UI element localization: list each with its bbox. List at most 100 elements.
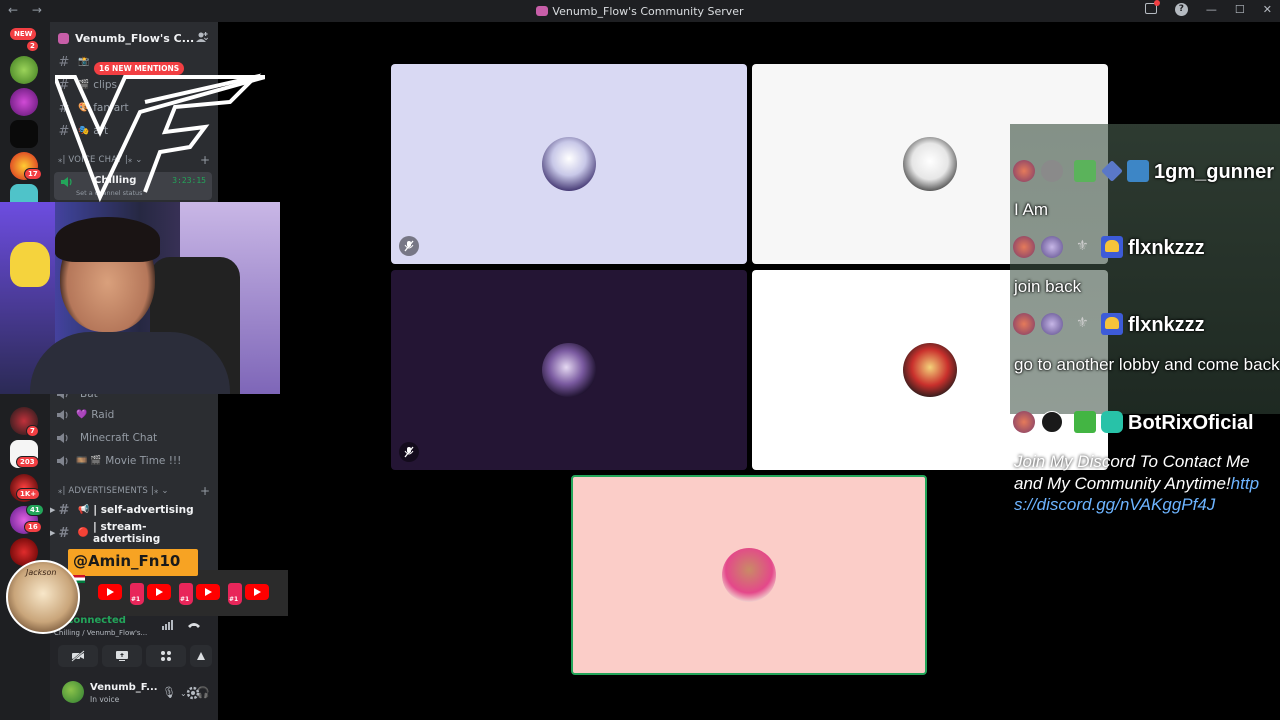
minimize-button[interactable]: —	[1206, 3, 1217, 16]
chevron-right-icon: ▶	[50, 529, 56, 537]
chat-badge-icon	[1041, 313, 1063, 335]
robot-icon	[1101, 411, 1123, 433]
foam-finger-icon: #1	[179, 583, 193, 605]
heart-badge-icon	[1101, 236, 1123, 258]
unread-badge: 41	[26, 504, 44, 516]
signal-icon[interactable]	[162, 620, 174, 630]
chat-badge-icon	[1013, 313, 1035, 335]
voice-channel-path[interactable]: Chilling / Venumb_Flow's...	[54, 629, 147, 637]
screen-share-icon	[116, 651, 128, 661]
chat-promo-message: Join My Discord To Contact Me and My Com…	[1014, 452, 1260, 514]
settings-gear-icon[interactable]	[186, 686, 200, 700]
sword-icon	[1074, 160, 1096, 182]
voice-connection-panel: Connected Chilling / Venumb_Flow's... Ve…	[50, 612, 218, 720]
unread-badge: 17	[24, 168, 42, 180]
server-icon[interactable]	[10, 88, 38, 116]
foam-finger-icon: #1	[130, 583, 144, 605]
video-button[interactable]	[58, 645, 98, 667]
youtube-icon	[98, 584, 122, 600]
youtube-icon	[147, 584, 171, 600]
sticker-badge: Jackson	[6, 560, 80, 634]
chat-badge-icon	[1013, 411, 1035, 433]
channel-item[interactable]: ▶ # 🔴 | stream-advertising	[50, 521, 212, 545]
activities-button[interactable]	[146, 645, 186, 667]
chat-message: go to another lobby and come back	[1014, 355, 1280, 374]
camera-off-icon	[71, 650, 85, 662]
inbox-icon[interactable]	[1144, 0, 1160, 14]
plush-toy	[10, 242, 50, 287]
participant-avatar[interactable]	[903, 137, 957, 191]
channel-item[interactable]: ▶ # 📢 | self-advertising	[50, 500, 212, 520]
voice-channel-item[interactable]: 🎞️ 🎬 Movie Time !!!	[56, 451, 212, 471]
chat-username: BotRixOficial	[1128, 412, 1254, 434]
crown-icon	[1127, 160, 1149, 182]
unread-badge: 2	[26, 40, 39, 52]
participant-avatar[interactable]	[542, 137, 596, 191]
voice-connected-status: Connected	[66, 615, 126, 626]
unread-badge: 203	[16, 456, 39, 468]
sword-icon	[1074, 411, 1096, 433]
activities-icon	[161, 651, 171, 661]
participant-tile-speaking[interactable]	[571, 475, 927, 675]
vf-logo-icon	[55, 73, 265, 202]
server-icon[interactable]	[10, 120, 38, 148]
unread-badge: 1K+	[16, 488, 41, 500]
server-header[interactable]: Venumb_Flow's C... ⌄	[50, 22, 218, 54]
title-bar: ← → Venumb_Flow's Community Server ? — ☐…	[0, 0, 1280, 22]
chat-username: flxnkzzz	[1128, 237, 1205, 259]
maximize-button[interactable]: ☐	[1235, 3, 1245, 16]
muted-icon	[399, 236, 419, 256]
chevron-right-icon: ▶	[50, 506, 56, 514]
chat-badge-icon	[1013, 160, 1035, 182]
participant-tile[interactable]	[391, 270, 747, 470]
hash-icon: #	[58, 525, 70, 541]
add-friend-icon[interactable]	[196, 31, 208, 43]
youtube-icon	[196, 584, 220, 600]
speaker-icon	[57, 433, 68, 443]
server-icon	[536, 5, 549, 16]
shield-icon: ⚜	[1076, 238, 1089, 254]
muted-icon	[399, 442, 419, 462]
avatar[interactable]	[62, 681, 84, 703]
heart-badge-icon	[1101, 313, 1123, 335]
screen-share-button[interactable]	[102, 645, 142, 667]
chat-username: flxnkzzz	[1128, 314, 1205, 336]
user-status: In voice	[90, 695, 120, 704]
chat-badge-icon	[1013, 236, 1035, 258]
streamer-hair	[55, 217, 160, 262]
hash-icon: #	[58, 502, 70, 518]
participant-avatar[interactable]	[903, 343, 957, 397]
unread-badge: 16	[24, 521, 42, 533]
microphone-icon[interactable]: 🎙	[162, 686, 176, 699]
speaker-icon	[57, 410, 68, 420]
server-icon[interactable]	[10, 56, 38, 84]
streamer-handle: @Amin_Fn10	[68, 549, 198, 583]
voice-channel-item[interactable]: 💜 Raid	[56, 405, 212, 425]
new-badge: NEW	[10, 28, 37, 40]
participant-avatar[interactable]	[722, 548, 776, 602]
ads-category[interactable]: ⁎| ADVERTISEMENTS |⁎ ⌄ +	[58, 484, 210, 498]
server-name: Venumb_Flow's C...	[75, 31, 195, 45]
user-name: Venumb_F...	[90, 682, 158, 693]
participant-avatar[interactable]	[542, 343, 596, 397]
close-button[interactable]: ✕	[1263, 3, 1272, 16]
webcam-overlay	[0, 202, 280, 394]
add-channel-icon[interactable]: +	[200, 484, 210, 498]
voice-channel-item[interactable]: Minecraft Chat	[56, 428, 212, 448]
participant-tile[interactable]	[391, 64, 747, 264]
chat-username: 1gm_gunner	[1154, 161, 1275, 183]
window-title: Venumb_Flow's Community Server	[0, 5, 1280, 18]
foam-finger-icon: #1	[228, 583, 242, 605]
window-controls: ? — ☐ ✕	[1144, 0, 1272, 16]
soundboard-button[interactable]	[190, 645, 212, 667]
disconnect-icon[interactable]	[187, 620, 201, 630]
chat-badge-icon	[1041, 160, 1063, 182]
streamer-hoodie	[30, 332, 230, 394]
chat-message: I Am	[1014, 200, 1049, 219]
help-icon[interactable]: ?	[1174, 3, 1188, 16]
speaker-icon	[57, 456, 68, 466]
hash-icon: #	[58, 54, 70, 70]
youtube-icon	[245, 584, 269, 600]
chat-message: join back	[1014, 277, 1082, 296]
bot-badge-icon	[1041, 411, 1063, 433]
